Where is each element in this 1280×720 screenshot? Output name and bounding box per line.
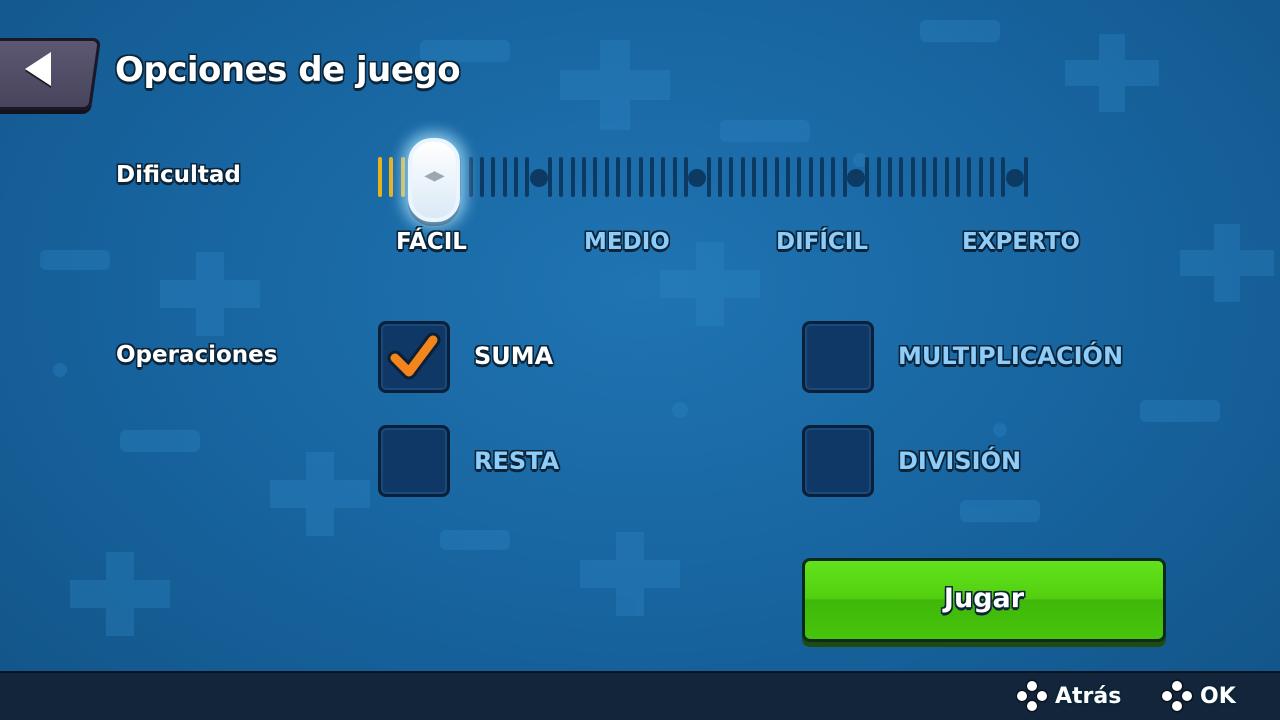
- resta-checkbox[interactable]: [378, 425, 450, 497]
- difficulty-option-dificil[interactable]: DIFÍCIL: [776, 229, 868, 255]
- page-title: Opciones de juego: [115, 50, 461, 90]
- slider-tick: [978, 157, 983, 197]
- slider-tick: [570, 157, 575, 197]
- slider-tick: [729, 157, 734, 197]
- check-icon: [387, 332, 441, 380]
- slider-tick: [378, 157, 382, 197]
- slider-stop-dot: [847, 169, 865, 187]
- slider-tick: [582, 157, 586, 197]
- slider-tick: [491, 157, 496, 197]
- hint-ok-label: OK: [1200, 683, 1236, 709]
- division-label[interactable]: DIVISIÓN: [898, 447, 1021, 475]
- slider-tick: [933, 157, 938, 197]
- slider-tick: [967, 157, 972, 197]
- slider-tick: [604, 157, 609, 197]
- slider-tick: [956, 157, 960, 197]
- operations-label: Operaciones: [116, 342, 278, 368]
- difficulty-label: Dificultad: [116, 162, 241, 188]
- hint-back[interactable]: Atrás: [1017, 681, 1121, 711]
- slider-tick: [616, 157, 620, 197]
- hint-ok[interactable]: OK: [1162, 681, 1236, 711]
- hint-back-label: Atrás: [1055, 683, 1122, 709]
- slider-tick: [706, 157, 711, 197]
- slider-tick: [468, 157, 473, 197]
- slider-tick: [876, 157, 881, 197]
- slider-tick: [740, 157, 745, 197]
- slider-tick: [502, 157, 507, 197]
- arrow-left-icon[interactable]: [25, 52, 51, 86]
- slider-tick: [593, 157, 598, 197]
- slider-tick: [1024, 157, 1028, 197]
- play-button-label: Jugar: [943, 583, 1025, 614]
- slider-tick: [786, 157, 790, 197]
- slider-stop-dot: [529, 169, 548, 187]
- slider-tick: [865, 157, 870, 197]
- slider-tick: [808, 157, 813, 197]
- resta-label[interactable]: RESTA: [474, 447, 559, 475]
- difficulty-option-medio[interactable]: MEDIO: [584, 229, 670, 255]
- suma-label[interactable]: SUMA: [474, 342, 553, 370]
- slider-tick: [627, 157, 632, 197]
- drag-arrows-icon: ◀▶: [424, 168, 445, 184]
- difficulty-option-experto[interactable]: EXPERTO: [962, 229, 1080, 255]
- slider-tick: [1001, 157, 1006, 197]
- multiplicacion-label[interactable]: MULTIPLICACIÓN: [898, 342, 1123, 370]
- slider-tick: [638, 157, 643, 197]
- slider-tick: [820, 157, 824, 197]
- slider-tick: [774, 157, 779, 197]
- slider-tick: [400, 157, 405, 197]
- suma-checkbox[interactable]: [378, 321, 450, 393]
- slider-thumb[interactable]: ◀▶: [408, 138, 460, 222]
- slider-tick: [899, 157, 904, 197]
- slider-tick: [831, 157, 836, 197]
- slider-tick: [910, 157, 915, 197]
- gamepad-buttons-icon: [1162, 681, 1192, 711]
- slider-tick: [548, 157, 552, 197]
- play-button[interactable]: Jugar: [802, 558, 1166, 642]
- slider-tick: [514, 157, 518, 197]
- multiplicacion-checkbox[interactable]: [802, 321, 874, 393]
- bottom-controls-bar: Atrás OK: [0, 671, 1280, 720]
- division-checkbox[interactable]: [802, 425, 874, 497]
- difficulty-slider[interactable]: ◀▶: [378, 138, 1038, 222]
- slider-tick: [480, 157, 484, 197]
- slider-tick: [888, 157, 892, 197]
- slider-tick: [672, 157, 677, 197]
- slider-tick: [650, 157, 654, 197]
- slider-tick: [389, 157, 394, 197]
- slider-stop-dot: [688, 169, 707, 187]
- slider-tick: [944, 157, 949, 197]
- gamepad-buttons-icon: [1017, 681, 1047, 711]
- slider-tick: [661, 157, 666, 197]
- difficulty-option-facil[interactable]: FÁCIL: [396, 229, 467, 255]
- slider-tick: [559, 157, 564, 197]
- slider-tick: [525, 157, 530, 197]
- slider-tick: [797, 157, 802, 197]
- slider-tick: [922, 157, 926, 197]
- slider-tick: [990, 157, 994, 197]
- slider-tick: [718, 157, 722, 197]
- slider-tick: [763, 157, 768, 197]
- slider-stop-dot: [1005, 169, 1024, 187]
- slider-tick: [752, 157, 756, 197]
